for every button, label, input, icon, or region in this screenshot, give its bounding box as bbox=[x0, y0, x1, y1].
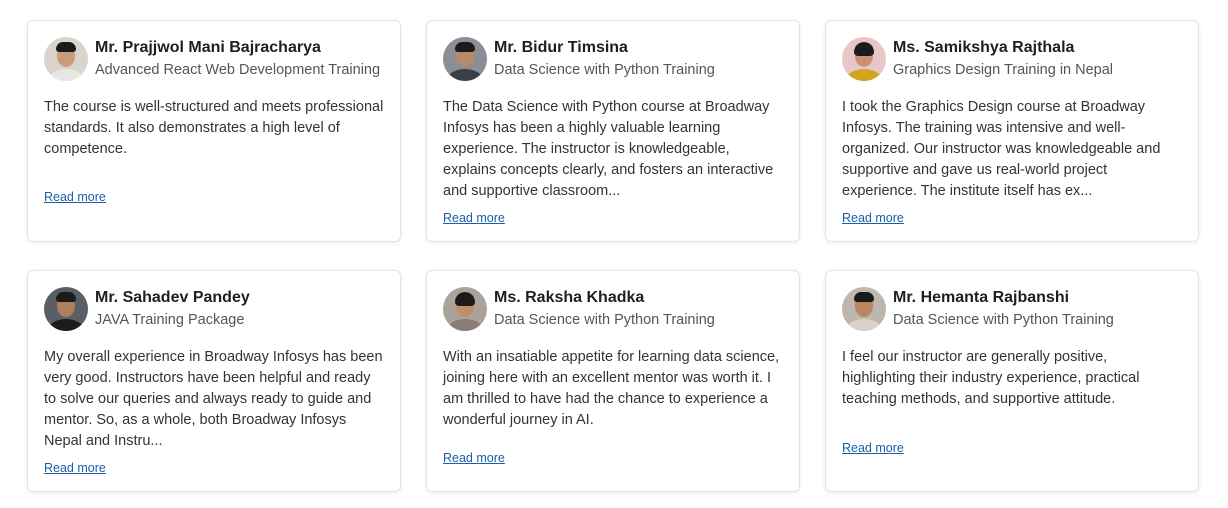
testimonial-card: Mr. Bidur Timsina Data Science with Pyth… bbox=[426, 20, 800, 242]
avatar bbox=[842, 37, 886, 81]
avatar bbox=[443, 287, 487, 331]
course-name: Data Science with Python Training bbox=[494, 62, 715, 78]
testimonial-text: With an insatiable appetite for learning… bbox=[443, 349, 780, 428]
avatar bbox=[443, 37, 487, 81]
testimonial-card: Mr. Prajjwol Mani Bajracharya Advanced R… bbox=[27, 20, 401, 242]
student-name: Mr. Bidur Timsina bbox=[494, 39, 628, 56]
testimonial-header: Mr. Bidur Timsina Data Science with Pyth… bbox=[443, 37, 783, 81]
avatar bbox=[842, 287, 886, 331]
testimonial-header: Mr. Prajjwol Mani Bajracharya Advanced R… bbox=[44, 37, 384, 81]
testimonial-text: I took the Graphics Design course at Bro… bbox=[842, 99, 1161, 199]
testimonial-text: The Data Science with Python course at B… bbox=[443, 99, 774, 199]
student-name: Mr. Sahadev Pandey bbox=[95, 289, 250, 306]
read-more-link[interactable]: Read more bbox=[443, 211, 505, 225]
student-name: Mr. Prajjwol Mani Bajracharya bbox=[95, 39, 321, 56]
testimonial-card: Mr. Sahadev Pandey JAVA Training Package… bbox=[27, 270, 401, 492]
testimonial-header: Mr. Sahadev Pandey JAVA Training Package bbox=[44, 287, 384, 331]
course-name: JAVA Training Package bbox=[95, 312, 245, 328]
testimonials-grid: Mr. Prajjwol Mani Bajracharya Advanced R… bbox=[0, 0, 1228, 508]
read-more-link[interactable]: Read more bbox=[44, 461, 106, 475]
course-name: Advanced React Web Development Training bbox=[95, 62, 381, 78]
testimonial-text: The course is well-structured and meets … bbox=[44, 99, 384, 157]
read-more-link[interactable]: Read more bbox=[842, 211, 904, 225]
read-more-link[interactable]: Read more bbox=[443, 451, 505, 465]
read-more-link[interactable]: Read more bbox=[44, 190, 106, 204]
student-name: Ms. Samikshya Rajthala bbox=[893, 39, 1075, 56]
course-name: Graphics Design Training in Nepal bbox=[893, 62, 1114, 78]
read-more-link[interactable]: Read more bbox=[842, 441, 904, 455]
testimonial-text: My overall experience in Broadway Infosy… bbox=[44, 349, 383, 449]
avatar bbox=[44, 287, 88, 331]
testimonial-text: I feel our instructor are generally posi… bbox=[842, 349, 1140, 407]
student-name: Ms. Raksha Khadka bbox=[494, 289, 645, 306]
avatar bbox=[44, 37, 88, 81]
testimonial-card: Ms. Raksha Khadka Data Science with Pyth… bbox=[426, 270, 800, 492]
course-name: Data Science with Python Training bbox=[893, 312, 1114, 328]
testimonial-header: Ms. Raksha Khadka Data Science with Pyth… bbox=[443, 287, 783, 331]
student-name: Mr. Hemanta Rajbanshi bbox=[893, 289, 1070, 306]
testimonial-header: Ms. Samikshya Rajthala Graphics Design T… bbox=[842, 37, 1182, 81]
testimonial-card: Mr. Hemanta Rajbanshi Data Science with … bbox=[825, 270, 1199, 492]
course-name: Data Science with Python Training bbox=[494, 312, 715, 328]
testimonial-header: Mr. Hemanta Rajbanshi Data Science with … bbox=[842, 287, 1182, 331]
testimonial-card: Ms. Samikshya Rajthala Graphics Design T… bbox=[825, 20, 1199, 242]
